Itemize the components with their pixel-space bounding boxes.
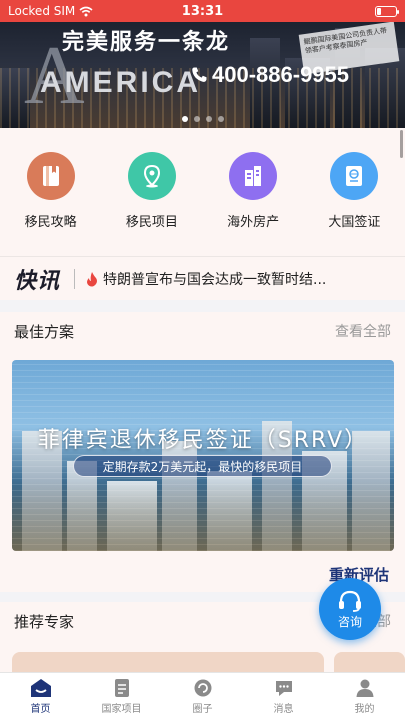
- quick-menu-projects[interactable]: 移民项目: [112, 152, 192, 256]
- tab-label: 我的: [354, 704, 375, 715]
- section-title: 推荐专家: [14, 612, 75, 631]
- home-icon: [30, 679, 51, 697]
- view-all-link[interactable]: 查看全部: [335, 321, 391, 341]
- news-logo: 快讯: [14, 268, 61, 294]
- tab-messages[interactable]: 消息: [243, 673, 324, 720]
- banner-slogan: 完美服务一条龙: [62, 30, 231, 55]
- tab-label: 首页: [30, 704, 51, 715]
- tab-label: 圈子: [192, 704, 213, 715]
- fire-icon: [87, 271, 98, 286]
- best-plan-section: 最佳方案 查看全部 菲律宾退休移民签证（SRRV） 定期存款2万美元起，最快的移…: [0, 312, 405, 592]
- quick-menu-visa[interactable]: 大国签证: [314, 152, 394, 256]
- tab-circle[interactable]: 圈子: [162, 673, 243, 720]
- carrier-label: Locked SIM: [8, 4, 76, 18]
- section-title: 最佳方案: [14, 322, 75, 341]
- quick-menu-label: 大国签证: [328, 215, 381, 230]
- tab-bar: 首页 国家项目 圈子 消息 我的: [0, 672, 405, 720]
- scrollbar[interactable]: [400, 130, 403, 158]
- divider: [74, 268, 76, 289]
- consult-button[interactable]: 咨询: [319, 578, 381, 640]
- tab-country-projects[interactable]: 国家项目: [81, 673, 162, 720]
- message-icon: [275, 681, 292, 696]
- banner-dot[interactable]: [181, 116, 188, 122]
- plan-card-subtitle: 定期存款2万美元起，最快的移民项目: [73, 455, 332, 477]
- wifi-icon: [79, 6, 93, 16]
- guide-book-icon: [26, 152, 75, 200]
- banner-dot[interactable]: [205, 116, 212, 122]
- document-icon: [114, 679, 129, 697]
- quick-menu-guide[interactable]: 移民攻略: [11, 152, 91, 256]
- expert-card[interactable]: [334, 652, 405, 672]
- banner-headline: AMERICA: [40, 66, 201, 99]
- banner-dot[interactable]: [193, 116, 200, 122]
- quick-menu-label: 海外房产: [227, 215, 280, 230]
- quick-menu: 移民攻略 移民项目 海外房产 大国签证: [0, 128, 405, 256]
- consult-label: 咨询: [337, 614, 362, 629]
- plan-card-title: 菲律宾退休移民签证（SRRV）: [37, 428, 369, 453]
- news-headline[interactable]: 特朗普宣布与国会达成一致暂时结...: [103, 269, 365, 289]
- quick-menu-label: 移民攻略: [24, 215, 77, 230]
- quick-menu-property[interactable]: 海外房产: [213, 152, 293, 256]
- news-ticker[interactable]: 快讯 特朗普宣布与国会达成一致暂时结...: [0, 256, 405, 300]
- banner-pagination[interactable]: [0, 116, 405, 122]
- expert-card[interactable]: [12, 652, 324, 672]
- headset-icon: [339, 590, 361, 612]
- tab-label: 消息: [273, 704, 294, 715]
- phone-icon: [192, 67, 207, 82]
- quick-menu-label: 移民项目: [125, 215, 178, 230]
- carrier-info: Locked SIM: [8, 4, 93, 18]
- battery-icon: [375, 5, 399, 17]
- circle-icon: [194, 679, 211, 697]
- buildings-icon: [229, 152, 278, 200]
- promo-banner[interactable]: A 完美服务一条龙 AMERICA 400-886-9955 鲲鹏国际美国公司负…: [0, 22, 405, 128]
- location-pin-icon: [127, 152, 176, 200]
- plan-card[interactable]: 菲律宾退休移民签证（SRRV） 定期存款2万美元起，最快的移民项目: [12, 360, 394, 551]
- tab-home[interactable]: 首页: [0, 673, 81, 720]
- tab-label: 国家项目: [101, 704, 142, 715]
- status-bar: Locked SIM 13:31: [0, 0, 405, 22]
- tab-profile[interactable]: 我的: [324, 673, 405, 720]
- person-icon: [356, 679, 373, 697]
- passport-icon: [330, 152, 379, 200]
- banner-dot[interactable]: [217, 116, 224, 122]
